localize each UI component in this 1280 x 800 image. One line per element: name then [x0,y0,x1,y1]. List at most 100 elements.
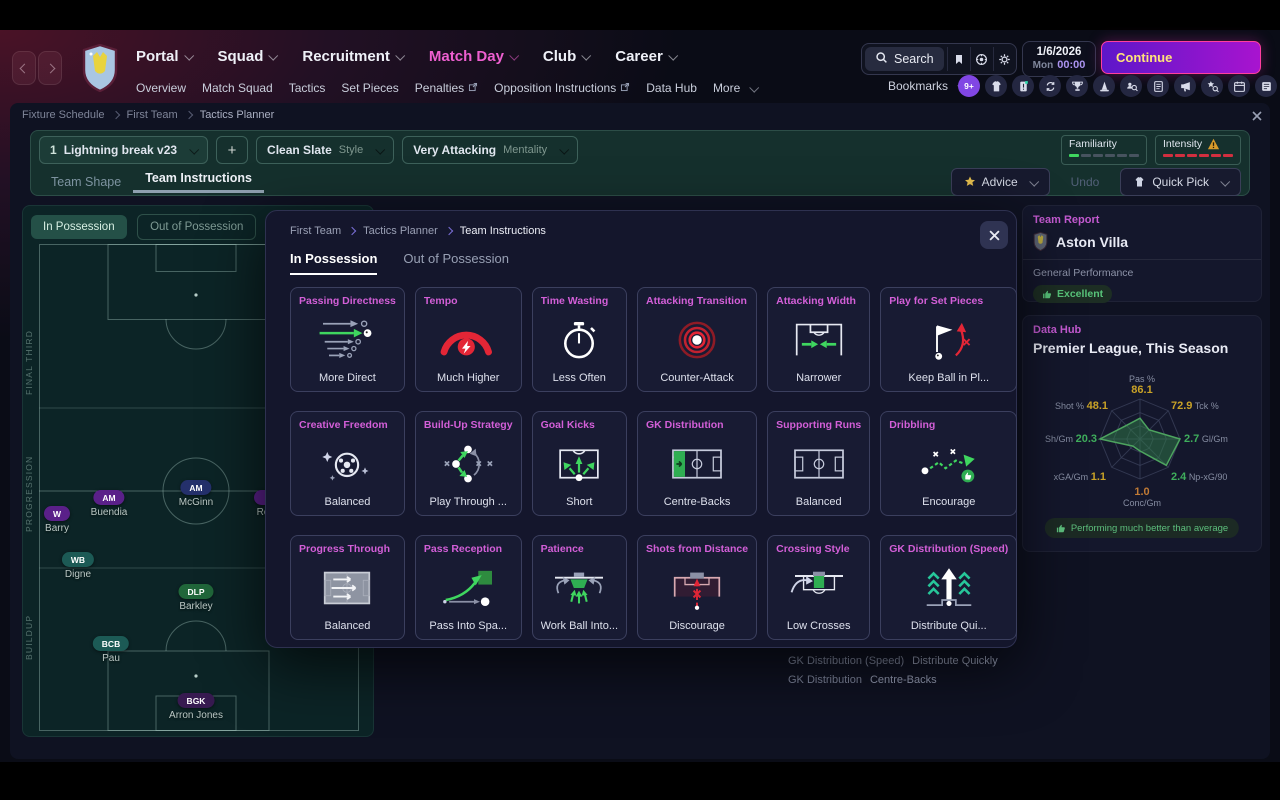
card-title: Tempo [423,295,458,307]
subnav-match-squad[interactable]: Match Squad [202,81,273,95]
card-title: GK Distribution [646,419,724,431]
tab-out-of-possession[interactable]: Out of Possession [137,214,257,240]
undo-button[interactable]: Undo [1058,168,1113,196]
mentality-select[interactable]: Very Attacking Mentality [402,136,579,164]
breadcrumb-item[interactable]: Tactics Planner [363,225,438,237]
breadcrumb-item: Team Instructions [459,225,546,237]
shirt-icon [1135,177,1144,187]
messages-icon[interactable]: 9+ [958,75,980,97]
date-value: 1/6/2026 [1036,45,1082,58]
list-item[interactable]: GK Distribution (Speed) Distribute Quick… [788,651,1020,670]
tab-team-instructions[interactable]: Team Instructions [133,171,264,193]
nav-club[interactable]: Club [543,48,592,65]
tab-team-shape[interactable]: Team Shape [39,175,133,189]
rating-text: Excellent [1057,288,1104,300]
scouting-icon[interactable] [1120,75,1142,97]
nav-career[interactable]: Career [615,48,678,65]
advice-label: Advice [981,175,1018,189]
instruction-card-gk-distribution-speed[interactable]: GK Distribution (Speed) Distribute Qui... [880,535,1018,640]
notes-icon[interactable] [1147,75,1169,97]
subnav-opposition-instructions[interactable]: Opposition Instructions [494,81,630,95]
trophy-icon[interactable] [1066,75,1088,97]
tactic-select[interactable]: 1 Lightning break v23 [39,136,209,164]
nav-squad[interactable]: Squad [218,48,279,65]
modal-tab-in-possession[interactable]: In Possession [290,251,378,275]
instruction-card-crossing-style[interactable]: Crossing Style Low Crosses [767,535,871,640]
instruction-card-tempo[interactable]: Tempo Much Higher [414,287,522,392]
instruction-label: GK Distribution [788,673,862,686]
continue-button[interactable]: Continue [1101,41,1261,74]
bookmarks-dropdown[interactable]: Bookmarks [888,79,968,93]
schedule-icon[interactable] [1228,75,1250,97]
instruction-card-dribbling[interactable]: Dribbling Encourage [880,411,1018,516]
instruction-card-shots-from-distance[interactable]: Shots from Distance Discourage [637,535,758,640]
subnav-set-pieces[interactable]: Set Pieces [341,81,398,95]
tab-in-possession[interactable]: In Possession [31,215,127,239]
axis-label: Pas % [1128,374,1155,384]
instruction-card-goal-kicks[interactable]: Goal Kicks Short [531,411,627,516]
instruction-card-passing-directness[interactable]: Passing Directness More Direct [290,287,405,392]
breadcrumb-item[interactable]: First Team [127,109,178,121]
quick-pick-button[interactable]: Quick Pick [1120,168,1241,196]
list-item[interactable]: GK Distribution Centre-Backs [788,670,1020,689]
back-button[interactable] [12,51,36,85]
advice-button[interactable]: Advice [950,168,1050,196]
news-icon[interactable] [1255,75,1277,97]
subnav-overview[interactable]: Overview [136,81,186,95]
kit-icon[interactable] [985,75,1007,97]
search-plus-icon[interactable] [1201,75,1223,97]
subnav-data-hub[interactable]: Data Hub [646,81,697,95]
style-select[interactable]: Clean Slate Style [256,136,395,164]
instruction-card-attacking-transition[interactable]: Attacking Transition Counter-Attack [637,287,758,392]
instruction-card-time-wasting[interactable]: Time Wasting Less Often [531,287,627,392]
subnav-penalties[interactable]: Penalties [415,81,478,95]
player-pill-digne[interactable]: WB [61,552,95,567]
bookmark-icon[interactable] [946,47,970,71]
instruction-card-build-up-strategy[interactable]: Build-Up Strategy Play Through ... [414,411,522,516]
day-value: Mon [1032,60,1054,72]
search-group: Search [861,43,1017,75]
player-pill-arron-jones[interactable]: BGK [177,693,215,708]
instruction-card-play-for-set-pieces[interactable]: Play for Set Pieces Keep Ball in Pl... [880,287,1018,392]
nav-match-day[interactable]: Match Day [429,48,520,65]
instruction-card-gk-distribution[interactable]: GK Distribution Centre-Backs [637,411,758,516]
sync-icon[interactable] [1039,75,1061,97]
instruction-card-creative-freedom[interactable]: Creative Freedom Balanced [290,411,405,516]
club-crest-icon[interactable] [82,43,118,93]
add-tactic-button[interactable]: + [216,136,249,164]
subnav-tactics[interactable]: Tactics [289,81,326,95]
data-hub-card: Data Hub Premier League, This Season Pas… [1022,315,1262,552]
chevron-down-icon [268,50,279,61]
forward-button[interactable] [38,51,62,85]
player-pill-pau[interactable]: BCB [92,636,130,651]
gear-icon[interactable] [992,47,1016,71]
world-icon[interactable] [969,47,993,71]
instruction-card-supporting-runs[interactable]: Supporting Runs Balanced [767,411,871,516]
player-pill-barkley[interactable]: DLP [178,584,214,599]
axis-pair: Shot % 48.1 [1055,400,1108,412]
training-icon[interactable] [1093,75,1115,97]
report-icon[interactable] [1012,75,1034,97]
nav-recruitment[interactable]: Recruitment [302,48,406,65]
instruction-card-patience[interactable]: Patience Work Ball Into... [531,535,627,640]
club-name[interactable]: Aston Villa [1056,234,1128,250]
card-value: Short [566,496,593,508]
modal-close-button[interactable] [980,221,1008,249]
nav-portal[interactable]: Portal [136,48,194,65]
search-button[interactable]: Search [865,47,944,71]
card-title: Build-Up Strategy [423,419,513,431]
player-pill-buendia[interactable]: AM [93,490,125,505]
instruction-card-attacking-width[interactable]: Attacking Width Narrower [767,287,871,392]
player-pill-mcginn[interactable]: AM [180,480,212,495]
instruction-card-progress-through[interactable]: Progress Through Balanced [290,535,405,640]
announcements-icon[interactable] [1174,75,1196,97]
breadcrumb-item[interactable]: First Team [290,225,341,237]
instruction-card-pass-reception[interactable]: Pass Reception Pass Into Spa... [414,535,522,640]
close-page-button[interactable] [1248,107,1266,125]
meter-segment [1175,154,1185,157]
breadcrumb-item[interactable]: Fixture Schedule [22,109,105,121]
close-icon [1252,111,1262,121]
subnav-more[interactable]: More [713,81,760,95]
player-pill-barry[interactable]: W [43,506,71,521]
modal-tab-out-of-possession[interactable]: Out of Possession [403,251,509,275]
